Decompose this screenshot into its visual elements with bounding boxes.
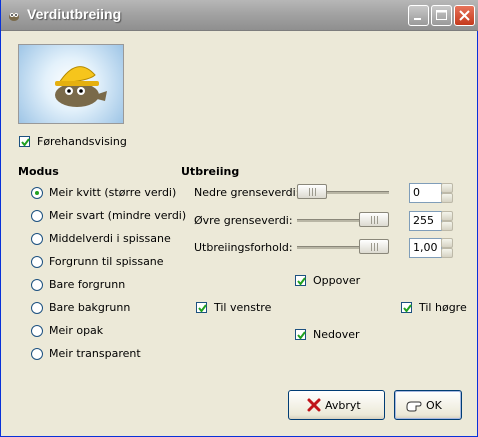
radio-label: Forgrunn til spissane bbox=[49, 255, 164, 268]
radio-more-transparent[interactable] bbox=[31, 348, 43, 360]
checkbox-downward[interactable] bbox=[295, 329, 306, 340]
wilber-mascot-icon bbox=[55, 66, 107, 107]
checkbox-right-label: Til høgre bbox=[419, 301, 467, 314]
dialog-window: Verdiutbreiing Førehandsvising Modus Mei… bbox=[0, 0, 478, 437]
spread-ratio-label: Utbreiingsforhold: bbox=[194, 241, 293, 254]
cancel-button-label: Avbryt bbox=[325, 399, 361, 412]
ok-hand-icon bbox=[406, 401, 422, 412]
radio-label: Bare forgrunn bbox=[49, 278, 126, 291]
radio-only-foreground[interactable] bbox=[31, 279, 43, 291]
lower-threshold-slider[interactable] bbox=[297, 184, 327, 199]
ok-button[interactable]: OK bbox=[394, 390, 462, 420]
radio-label: Bare bakgrunn bbox=[49, 301, 131, 314]
radio-more-black[interactable] bbox=[31, 210, 43, 222]
checkmark-icon bbox=[403, 304, 412, 313]
maximize-icon bbox=[436, 10, 447, 20]
spread-ratio-slider[interactable] bbox=[359, 239, 389, 254]
upper-threshold-spinner[interactable] bbox=[441, 211, 453, 231]
minimize-button[interactable] bbox=[408, 5, 429, 26]
checkbox-downward-label: Nedover bbox=[313, 328, 360, 341]
radio-more-opaque[interactable] bbox=[31, 325, 43, 337]
lower-threshold-label: Nedre grenseverdi: bbox=[194, 186, 300, 199]
radio-label: Meir transparent bbox=[49, 347, 141, 360]
checkmark-icon bbox=[297, 277, 306, 286]
radio-only-background[interactable] bbox=[31, 302, 43, 314]
modus-heading: Modus bbox=[18, 165, 59, 178]
radio-label: Meir svart (mindre verdi) bbox=[49, 209, 187, 222]
lower-threshold-input[interactable]: 0 bbox=[409, 183, 442, 203]
preview-image bbox=[18, 44, 124, 124]
upper-threshold-input[interactable]: 255 bbox=[409, 211, 442, 231]
close-icon bbox=[459, 10, 470, 21]
preview-checkbox[interactable] bbox=[19, 136, 30, 147]
ok-button-label: OK bbox=[426, 399, 442, 412]
checkbox-upward-label: Oppover bbox=[313, 274, 361, 287]
radio-foreground-to-peaks[interactable] bbox=[31, 256, 43, 268]
checkmark-icon bbox=[198, 304, 207, 313]
utbreiing-heading: Utbreiing bbox=[181, 165, 240, 178]
upper-threshold-label: Øvre grenseverdi: bbox=[194, 214, 293, 227]
window-title: Verdiutbreiing bbox=[27, 6, 122, 22]
checkbox-left[interactable] bbox=[196, 302, 207, 313]
checkbox-left-label: Til venstre bbox=[214, 301, 272, 314]
spread-ratio-input[interactable]: 1,00 bbox=[409, 238, 442, 258]
gimp-icon bbox=[9, 13, 19, 21]
title-bar[interactable]: Verdiutbreiing bbox=[1, 0, 478, 31]
checkmark-icon bbox=[297, 331, 306, 340]
spread-ratio-spinner[interactable] bbox=[441, 238, 453, 258]
radio-label: Meir opak bbox=[49, 324, 104, 337]
close-button[interactable] bbox=[454, 5, 475, 26]
cancel-x-icon bbox=[307, 398, 321, 412]
checkbox-right[interactable] bbox=[401, 302, 412, 313]
upper-threshold-slider[interactable] bbox=[359, 212, 389, 227]
radio-label: Meir kvitt (større verdi) bbox=[49, 186, 177, 199]
checkbox-upward[interactable] bbox=[295, 275, 306, 286]
radio-label: Middelverdi i spissane bbox=[49, 232, 171, 245]
minimize-icon bbox=[414, 18, 421, 20]
radio-more-white[interactable] bbox=[31, 187, 43, 199]
radio-middle-value[interactable] bbox=[31, 233, 43, 245]
cancel-button[interactable]: Avbryt bbox=[288, 390, 385, 420]
lower-threshold-spinner[interactable] bbox=[441, 183, 453, 203]
checkmark-icon bbox=[21, 138, 30, 147]
preview-checkbox-label: Førehandsvising bbox=[37, 135, 127, 148]
maximize-button[interactable] bbox=[431, 5, 452, 26]
